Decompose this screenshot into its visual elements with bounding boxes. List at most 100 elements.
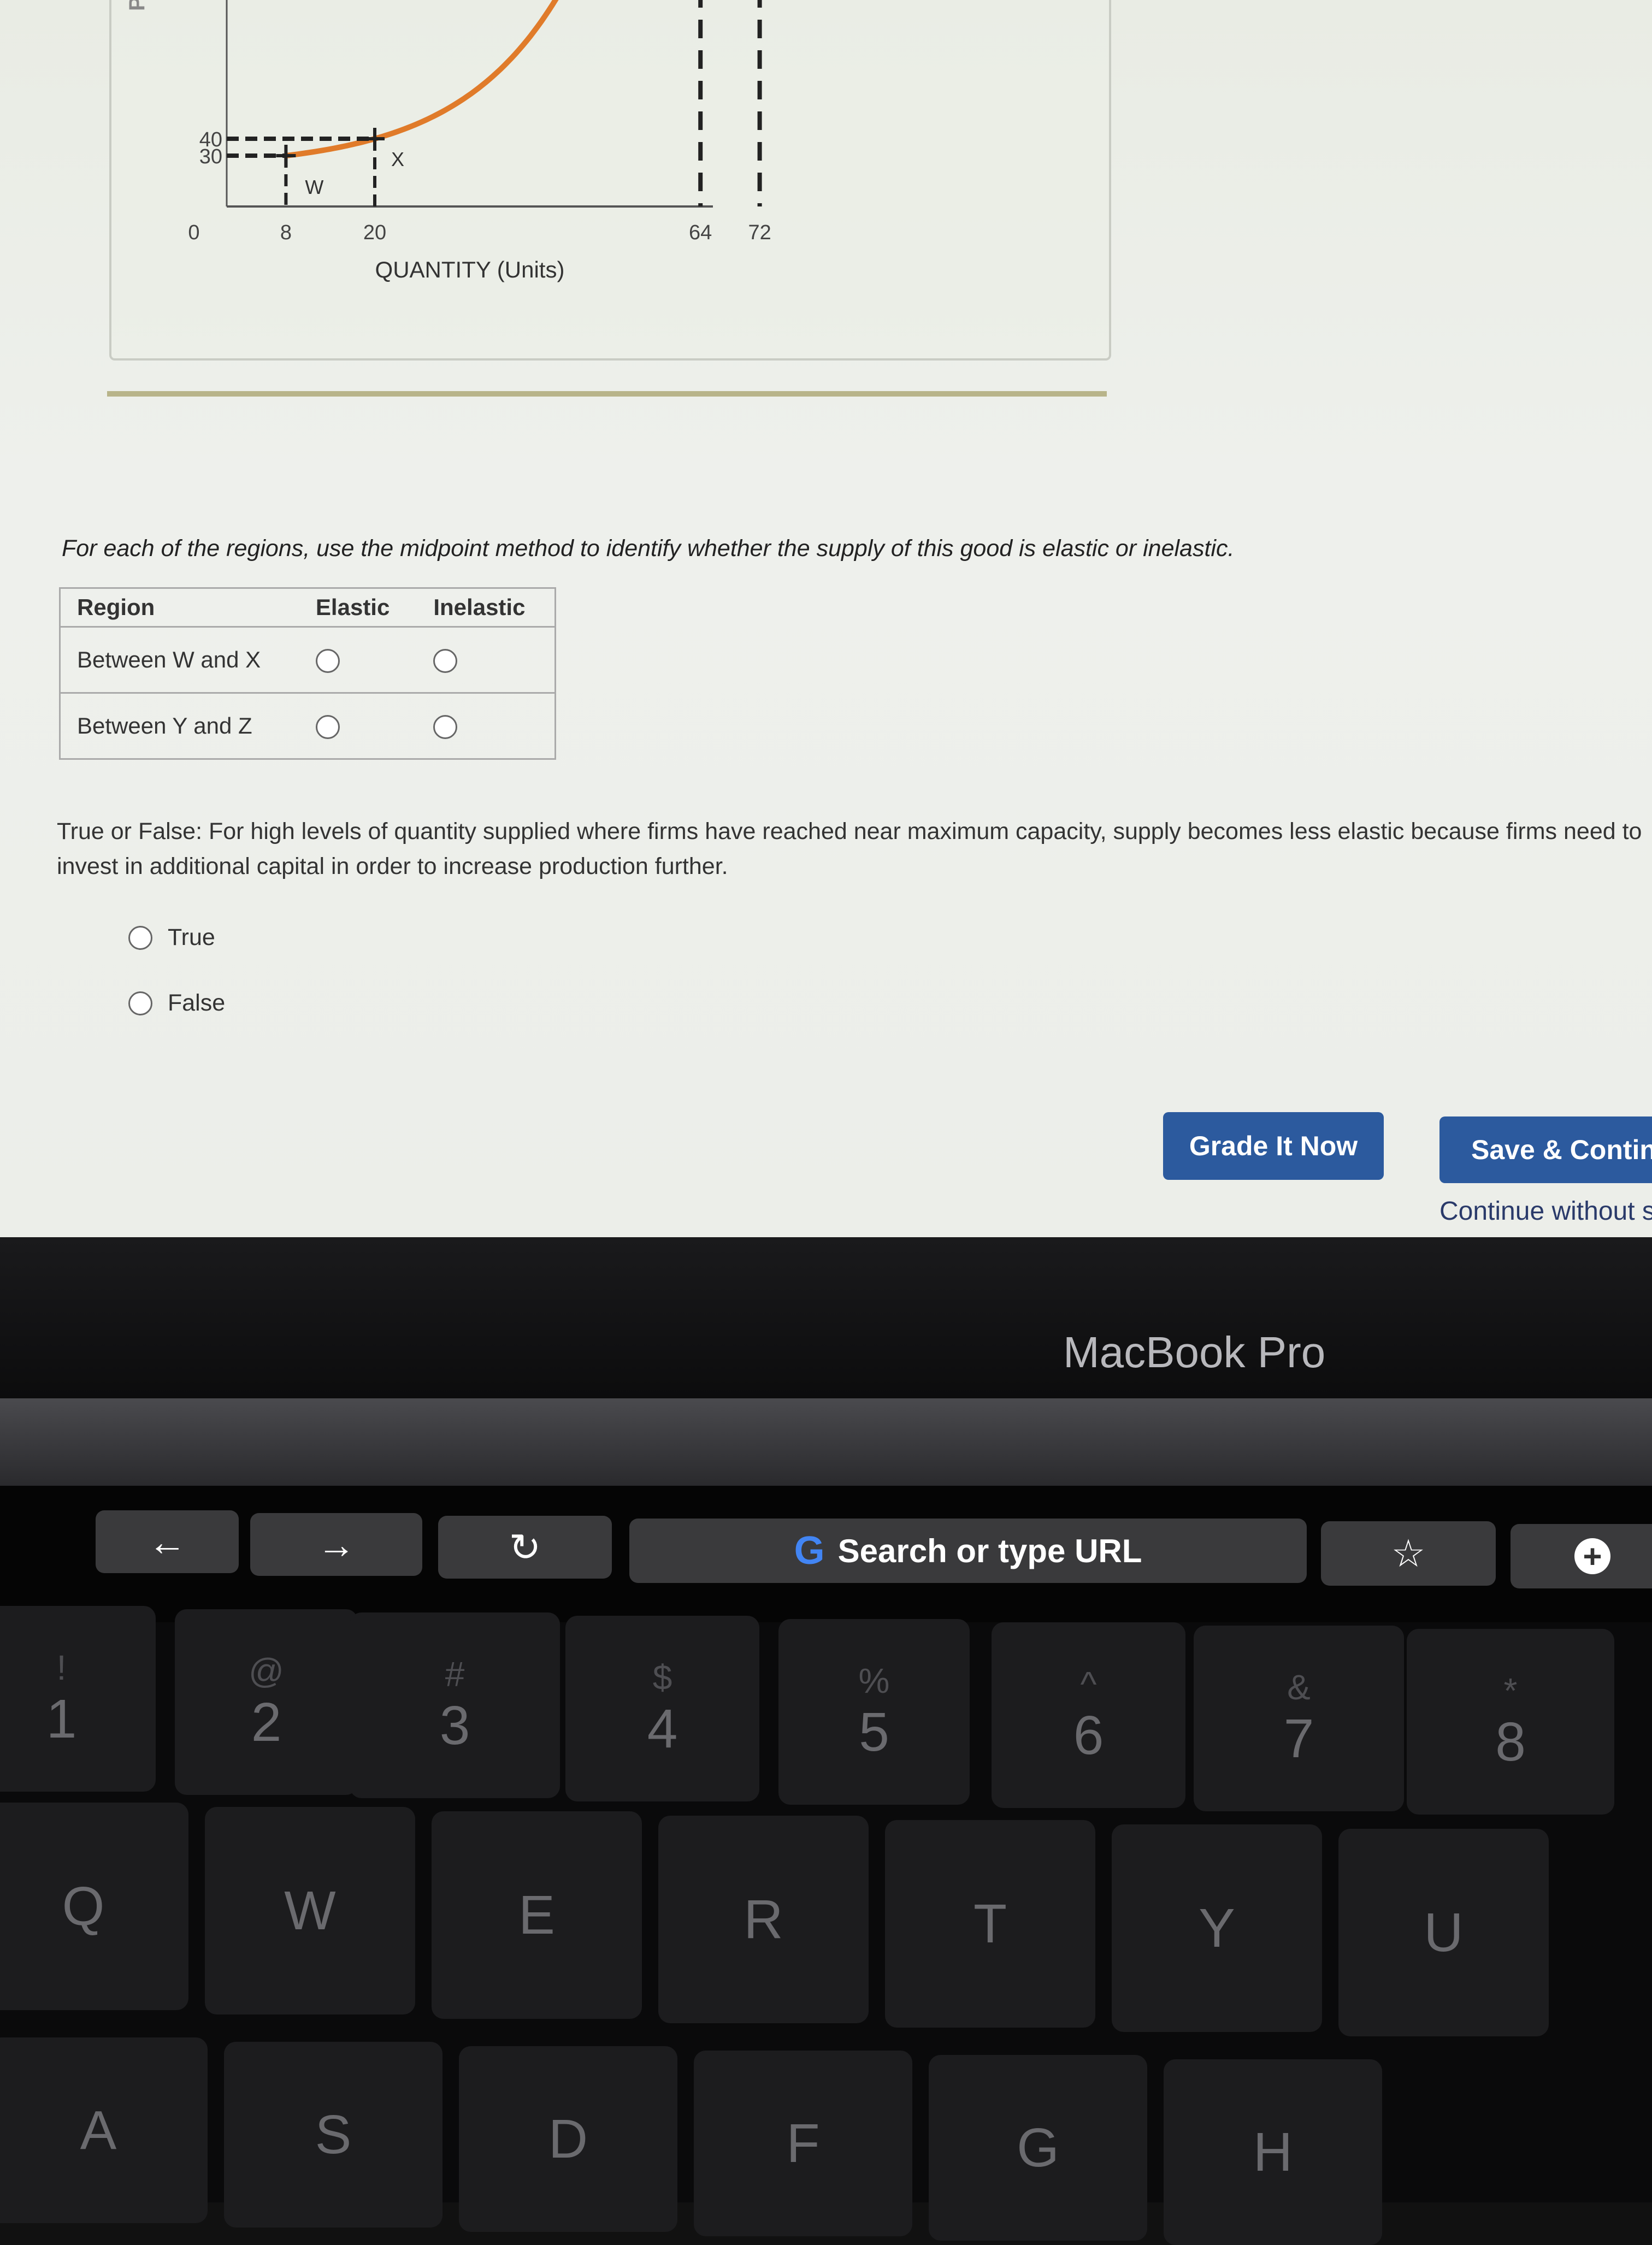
back-button[interactable]: ← — [96, 1510, 239, 1573]
radio-true[interactable] — [128, 925, 152, 950]
continue-without-saving-link[interactable]: Continue without saving — [1439, 1196, 1652, 1226]
key-symbol: * — [1503, 1670, 1518, 1710]
key-digit: 7 — [1283, 1708, 1314, 1769]
table-row: Between Y and Z — [60, 693, 556, 760]
touch-bar: ← → ↻ G Search or type URL ☆ + — [0, 1486, 1652, 1622]
new-tab-button[interactable]: + — [1511, 1524, 1652, 1588]
brand-label: MacBook Pro — [1063, 1328, 1326, 1376]
key-digit: 1 — [46, 1688, 77, 1750]
option-true[interactable]: True — [128, 924, 215, 951]
radio-false[interactable] — [128, 991, 152, 1015]
x-tick-label: 20 — [363, 221, 386, 244]
keyboard: ! 1 @2 #3 $4% 5 ^ 6 & 7 * 8 Q W E R T Y U A S D F G H — [0, 1606, 1652, 2245]
laptop-body — [0, 1398, 1652, 1486]
point-label: W — [305, 176, 323, 198]
option-false[interactable]: False — [128, 990, 225, 1017]
y-axis-label: PRI — [125, 0, 149, 11]
elasticity-table: Region Elastic Inelastic Between W and X… — [59, 587, 556, 760]
key-symbol: & — [1287, 1667, 1311, 1707]
option-true-label: True — [168, 924, 215, 950]
key-W[interactable]: W — [205, 1807, 415, 2014]
key-U[interactable]: U — [1338, 1829, 1549, 2036]
key-digit: 4 — [647, 1698, 678, 1759]
key-1[interactable]: ! 1 — [0, 1606, 156, 1792]
key-3[interactable]: #3 — [350, 1612, 560, 1798]
key-symbol: ! — [56, 1647, 67, 1687]
key-G[interactable]: G — [929, 2055, 1147, 2241]
search-url-field[interactable]: G Search or type URL — [629, 1519, 1307, 1583]
key-symbol: ^ — [1080, 1664, 1097, 1704]
section-divider — [107, 391, 1107, 397]
key-letter: F — [786, 2112, 820, 2174]
key-letter: S — [315, 2104, 352, 2165]
key-letter: E — [518, 1884, 555, 1946]
key-letter: A — [80, 2099, 117, 2161]
key-6[interactable]: ^ 6 — [992, 1622, 1185, 1808]
browser-screen: PRIQUANTITY (Units)082064723040WX For ea… — [0, 0, 1652, 1237]
point-label: X — [391, 148, 404, 170]
key-5[interactable]: % 5 — [778, 1619, 970, 1805]
key-letter: Y — [1199, 1897, 1235, 1959]
key-8[interactable]: * 8 — [1407, 1629, 1614, 1815]
reload-button[interactable]: ↻ — [438, 1516, 612, 1579]
x-tick-label: 8 — [280, 221, 292, 244]
save-continue-button[interactable]: Save & Continue — [1439, 1116, 1652, 1183]
google-icon: G — [794, 1529, 825, 1573]
key-S[interactable]: S — [224, 2042, 442, 2228]
point-marker-X — [365, 128, 385, 150]
header-inelastic: Inelastic — [417, 588, 556, 628]
key-letter: R — [744, 1888, 783, 1950]
key-letter: G — [1017, 2117, 1059, 2178]
supply-chart: PRIQUANTITY (Units)082064723040WX — [125, 0, 771, 282]
x-tick-label: 72 — [748, 221, 771, 244]
grade-it-now-button[interactable]: Grade It Now — [1163, 1112, 1384, 1180]
key-symbol: % — [858, 1661, 890, 1700]
key-2[interactable]: @2 — [175, 1609, 358, 1795]
supply-graph-panel: PRIQUANTITY (Units)082064723040WX — [109, 0, 1111, 361]
key-R[interactable]: R — [658, 1816, 869, 2023]
key-4[interactable]: $4 — [565, 1616, 759, 1801]
region-label: Between W and X — [60, 627, 299, 694]
bookmark-button[interactable]: ☆ — [1321, 1521, 1496, 1586]
key-letter: Q — [62, 1875, 105, 1937]
key-E[interactable]: E — [432, 1811, 642, 2019]
radio-yz-elastic[interactable] — [315, 715, 340, 740]
supply-curve — [285, 0, 559, 158]
key-symbol: $ — [652, 1657, 672, 1697]
x-tick-label: 0 — [188, 221, 199, 244]
key-Y[interactable]: Y — [1112, 1824, 1322, 2032]
key-7[interactable]: & 7 — [1194, 1626, 1404, 1811]
back-arrow-icon: ← — [148, 1520, 186, 1563]
forward-arrow-icon: → — [317, 1523, 356, 1566]
key-digit: 6 — [1073, 1704, 1104, 1766]
key-Q[interactable]: Q — [0, 1803, 188, 2010]
header-elastic: Elastic — [299, 588, 417, 628]
key-digit: 5 — [859, 1701, 889, 1763]
forward-button[interactable]: → — [250, 1513, 422, 1576]
option-false-label: False — [168, 990, 226, 1016]
true-false-prompt: True or False: For high levels of quanti… — [57, 818, 1642, 879]
key-symbol: @ — [249, 1651, 284, 1691]
key-letter: D — [548, 2108, 588, 2170]
y-tick-label: 40 — [199, 128, 222, 151]
key-letter: U — [1424, 1901, 1464, 1963]
radio-wx-inelastic[interactable] — [433, 649, 458, 674]
reload-icon: ↻ — [509, 1526, 541, 1569]
region-label: Between Y and Z — [60, 693, 299, 760]
key-A[interactable]: A — [0, 2037, 208, 2223]
header-region: Region — [60, 588, 299, 628]
key-D[interactable]: D — [459, 2046, 677, 2232]
key-letter: T — [973, 1893, 1007, 1954]
point-marker-W — [276, 145, 296, 167]
key-T[interactable]: T — [885, 1820, 1095, 2028]
key-letter: W — [284, 1880, 336, 1941]
radio-yz-inelastic[interactable] — [433, 715, 458, 740]
key-F[interactable]: F — [694, 2051, 912, 2236]
key-digit: 3 — [439, 1694, 470, 1756]
key-H[interactable]: H — [1164, 2059, 1382, 2245]
radio-wx-elastic[interactable] — [315, 649, 340, 674]
x-tick-label: 64 — [689, 221, 712, 244]
plus-icon: + — [1574, 1538, 1610, 1575]
key-digit: 2 — [251, 1691, 282, 1753]
key-symbol: # — [445, 1654, 465, 1694]
